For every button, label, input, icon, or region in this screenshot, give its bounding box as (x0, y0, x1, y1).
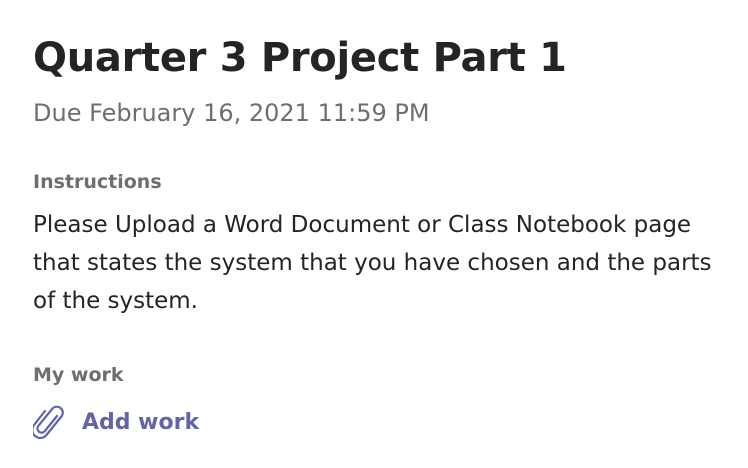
add-work-button[interactable]: Add work (31, 404, 200, 442)
instructions-label: Instructions (33, 171, 162, 193)
due-date: Due February 16, 2021 11:59 PM (33, 99, 430, 127)
instructions-text: Please Upload a Word Document or Class N… (33, 212, 712, 314)
add-work-label: Add work (82, 410, 200, 435)
paperclip-icon (31, 404, 65, 442)
assignment-title: Quarter 3 Project Part 1 (33, 35, 567, 81)
my-work-label: My work (33, 364, 124, 386)
